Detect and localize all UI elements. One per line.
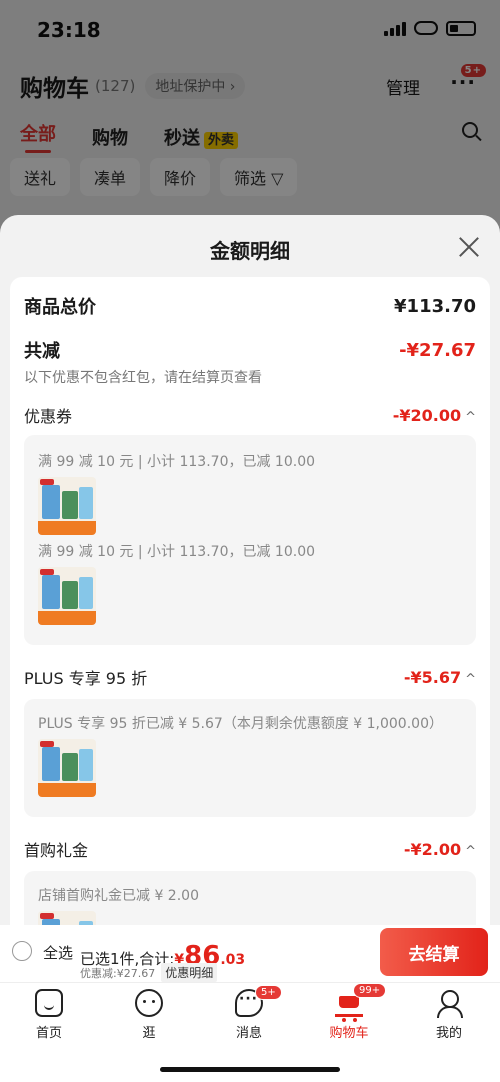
coupon-rule: 满 99 减 10 元 | 小计 113.70，已减 10.00 xyxy=(38,544,316,560)
coupon-section-header[interactable]: 优惠券 -¥20.00 ^ xyxy=(24,403,476,427)
tab-label: 我的 xyxy=(435,1026,462,1041)
collapse-icon: ^ xyxy=(465,409,476,425)
select-all-label[interactable]: 全选 xyxy=(43,942,73,963)
tab-label: 逛 xyxy=(142,1026,156,1041)
plus-section-header[interactable]: PLUS 专享 95 折 -¥5.67 ^ xyxy=(24,665,476,689)
tab-messages[interactable]: 5+ 消息 xyxy=(214,985,284,1041)
first-purchase-value: -¥2.00 ^ xyxy=(403,839,476,859)
checkout-button[interactable]: 去结算 xyxy=(380,928,488,976)
close-icon[interactable] xyxy=(458,236,480,258)
tab-label: 消息 xyxy=(235,1026,262,1041)
cart-badge: 99+ xyxy=(353,983,387,998)
discount-summary: 优惠减:¥27.67 优惠明细 xyxy=(80,963,218,982)
plus-rule: PLUS 专享 95 折已减 ¥ 5.67（本月剩余优惠额度 ¥ 1,000.0… xyxy=(38,716,443,732)
plus-value: -¥5.67 ^ xyxy=(403,667,476,687)
home-indicator xyxy=(160,1067,340,1072)
product-thumbnail xyxy=(38,911,96,925)
collapse-icon: ^ xyxy=(465,843,476,859)
discount-value: -¥27.67 xyxy=(399,339,476,361)
profile-icon xyxy=(435,989,463,1018)
browse-icon xyxy=(135,989,163,1017)
tab-label: 首页 xyxy=(35,1026,62,1041)
discount-amount-text: 优惠减:¥27.67 xyxy=(80,966,156,980)
coupon-value: -¥20.00 ^ xyxy=(392,405,476,425)
total-row: 商品总价 ¥113.70 xyxy=(24,293,476,319)
discount-detail-button[interactable]: 优惠明细 xyxy=(161,963,218,982)
home-icon xyxy=(35,989,63,1017)
detail-card: 商品总价 ¥113.70 共减 -¥27.67 以下优惠不包含红包，请在结算页查… xyxy=(10,277,490,925)
bottom-tab-bar: 首页 逛 5+ 消息 99+ 购物车 我的 xyxy=(0,982,500,1082)
coupon-panel: 满 99 减 10 元 | 小计 113.70，已减 10.00 满 99 减 … xyxy=(24,435,476,645)
discount-note: 以下优惠不包含红包，请在结算页查看 xyxy=(24,370,262,386)
product-thumbnail xyxy=(38,567,96,625)
amount-detail-sheet: 金额明细 商品总价 ¥113.70 共减 -¥27.67 以下优惠不包含红包，请… xyxy=(0,215,500,925)
product-thumbnail xyxy=(38,477,96,535)
tab-cart[interactable]: 99+ 购物车 xyxy=(314,983,387,1041)
first-purchase-rule: 店铺首购礼金已减 ¥ 2.00 xyxy=(38,888,199,904)
sheet-title: 金额明细 xyxy=(210,239,290,263)
coupon-rule: 满 99 减 10 元 | 小计 113.70，已减 10.00 xyxy=(38,454,316,470)
message-badge: 5+ xyxy=(255,985,282,1000)
discount-row: 共减 -¥27.67 xyxy=(24,337,476,363)
message-icon: 5+ xyxy=(235,985,282,1017)
product-thumbnail xyxy=(38,739,96,797)
first-purchase-section-header[interactable]: 首购礼金 -¥2.00 ^ xyxy=(24,837,476,861)
tab-me[interactable]: 我的 xyxy=(414,989,484,1041)
discount-label: 共减 xyxy=(24,341,60,362)
tab-home[interactable]: 首页 xyxy=(14,989,84,1041)
total-label: 商品总价 xyxy=(24,297,96,318)
plus-panel: PLUS 专享 95 折已减 ¥ 5.67（本月剩余优惠额度 ¥ 1,000.0… xyxy=(24,699,476,817)
total-value: ¥113.70 xyxy=(394,295,476,317)
first-purchase-panel: 店铺首购礼金已减 ¥ 2.00 xyxy=(24,871,476,925)
plus-label: PLUS 专享 95 折 xyxy=(24,669,148,688)
select-all-checkbox[interactable] xyxy=(12,941,32,961)
coupon-label: 优惠券 xyxy=(24,407,73,426)
first-purchase-label: 首购礼金 xyxy=(24,841,89,860)
tab-browse[interactable]: 逛 xyxy=(114,989,184,1041)
cart-icon: 99+ xyxy=(335,983,387,1022)
collapse-icon: ^ xyxy=(465,671,476,687)
tab-label: 购物车 xyxy=(329,1026,369,1041)
checkout-bar: 全选 已选1件,合计:¥86.03 优惠减:¥27.67 优惠明细 去结算 xyxy=(0,925,500,982)
